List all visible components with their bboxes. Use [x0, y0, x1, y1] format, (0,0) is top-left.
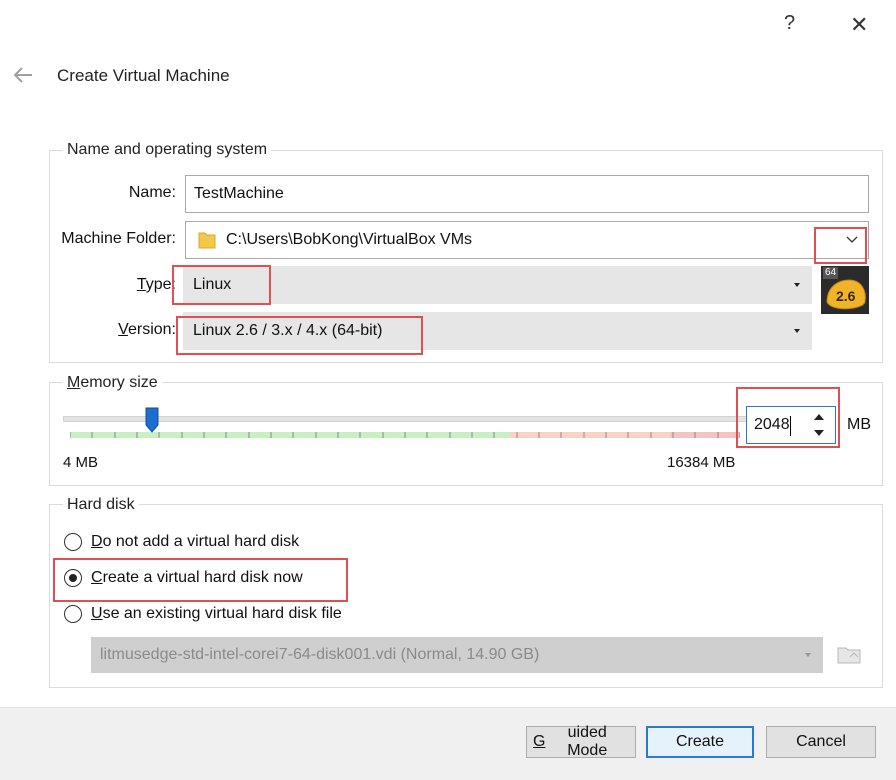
radio-existing-disk-label[interactable]: Use an existing virtual hard disk file — [91, 605, 342, 623]
dropdown-arrow-icon — [805, 653, 811, 657]
memory-spinbox[interactable]: 2048 — [746, 406, 836, 444]
close-button[interactable]: ✕ — [850, 12, 868, 38]
arrow-down-icon — [814, 430, 824, 436]
memory-min-label: 4 MB — [63, 454, 99, 471]
chevron-down-icon[interactable] — [846, 236, 858, 244]
radio-existing-disk[interactable] — [64, 605, 82, 623]
machine-folder-label: Machine Folder: — [61, 230, 176, 247]
choose-disk-file-icon[interactable] — [836, 641, 862, 667]
type-value: Linux — [193, 276, 232, 293]
version-value: Linux 2.6 / 3.x / 4.x (64-bit) — [193, 322, 383, 339]
radio-no-disk-label[interactable]: Do not add a virtual hard disk — [91, 533, 299, 551]
back-arrow-icon[interactable] — [10, 62, 36, 88]
help-button[interactable]: ? — [784, 12, 795, 35]
existing-disk-value: litmusedge-std-intel-corei7-64-disk001.v… — [100, 646, 540, 663]
wizard-title: Create Virtual Machine — [57, 66, 230, 85]
os-icon-version: 2.6 — [836, 288, 856, 304]
memory-unit: MB — [847, 416, 871, 433]
linux-os-icon: 64 2.6 — [821, 266, 869, 314]
hard-disk-group-title: Hard disk — [63, 496, 139, 514]
memory-max-label: 16384 MB — [667, 454, 736, 471]
radio-create-disk-label[interactable]: Create a virtual hard disk now — [91, 569, 303, 587]
radio-no-disk[interactable] — [64, 533, 82, 551]
type-combo[interactable]: Linux — [183, 266, 812, 304]
name-label: Name: — [128, 184, 176, 201]
text-caret — [790, 416, 791, 436]
memory-value: 2048 — [754, 416, 790, 433]
name-input[interactable]: TestMachine — [185, 175, 869, 213]
folder-icon — [198, 232, 216, 249]
memory-slider-scale — [70, 432, 740, 438]
existing-disk-combo[interactable]: litmusedge-std-intel-corei7-64-disk001.v… — [91, 637, 823, 673]
radio-create-disk[interactable] — [64, 569, 82, 587]
spin-up-button[interactable] — [805, 409, 833, 425]
memory-slider-track[interactable] — [63, 416, 763, 422]
guided-mode-button[interactable]: Guided Mode — [526, 724, 636, 759]
arrow-up-icon — [814, 414, 824, 420]
dropdown-arrow-icon — [794, 283, 800, 287]
spin-down-button[interactable] — [805, 425, 833, 441]
name-os-group-title: Name and operating system — [63, 141, 272, 159]
machine-folder-combo[interactable]: C:\Users\BobKong\VirtualBox VMs — [185, 221, 869, 259]
dialog-footer — [0, 707, 896, 780]
type-label: Type: — [136, 276, 176, 293]
create-button[interactable]: Create — [646, 726, 754, 758]
cancel-button[interactable]: Cancel — [766, 726, 876, 758]
machine-folder-value: C:\Users\BobKong\VirtualBox VMs — [226, 231, 473, 248]
memory-slider-handle[interactable] — [145, 407, 159, 433]
memory-group-title: Memory size — [63, 374, 162, 392]
version-label: Version: — [118, 321, 176, 338]
dropdown-arrow-icon — [794, 329, 800, 333]
version-combo[interactable]: Linux 2.6 / 3.x / 4.x (64-bit) — [183, 312, 812, 350]
os-icon-bits: 64 — [823, 267, 839, 279]
